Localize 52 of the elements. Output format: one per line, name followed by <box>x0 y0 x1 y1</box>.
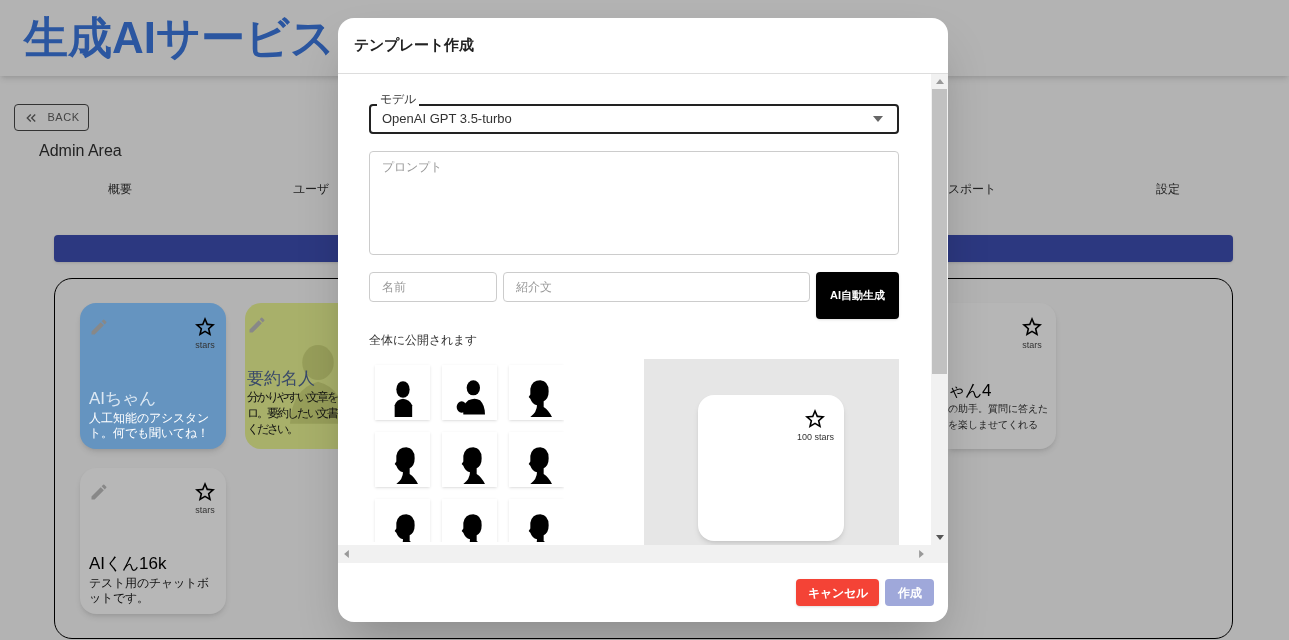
name-field[interactable]: 名前 <box>369 272 497 302</box>
field-label: モデル <box>377 92 419 107</box>
scrollbar-thumb[interactable] <box>932 89 947 374</box>
dialog-title: テンプレート作成 <box>354 35 474 56</box>
bot-card[interactable]: stars ゃん4 の助手。質問に答えた を楽しませてくれる <box>948 303 1056 449</box>
avatar-option[interactable] <box>442 365 497 420</box>
dropdown-caret-icon[interactable] <box>873 116 883 122</box>
card-title: AIくん16k <box>89 552 168 574</box>
tab[interactable]: 概要 <box>108 182 132 196</box>
intro-field[interactable]: 紹介文 <box>503 272 810 302</box>
prompt-field[interactable]: プロンプト <box>369 151 899 255</box>
card-description: テスト用のチャットボットです。 <box>89 576 210 606</box>
card-description: ロ。要約したい文書 <box>247 405 338 421</box>
avatar-option[interactable] <box>509 365 564 420</box>
app-title: 生成AIサービス <box>24 12 335 64</box>
bot-card[interactable]: stars AIくん16k テスト用のチャットボットです。 <box>80 468 226 614</box>
ai-generate-button[interactable]: AI自動生成 <box>816 272 899 319</box>
card-title: ゃん4 <box>948 379 993 401</box>
visibility-note: 全体に公開されます <box>369 332 478 349</box>
section-title: Admin Area <box>39 142 122 159</box>
card-description: 人工知能のアシスタント。何でも聞いてね！ <box>89 411 210 441</box>
bot-card[interactable]: 要約名人 分かりやすい文章を ロ。要約したい文書 ください。 <box>245 303 338 449</box>
card-title: 要約名人 <box>247 367 316 389</box>
star-count: stars <box>195 504 215 517</box>
card-description: ください。 <box>247 421 298 437</box>
tab[interactable]: 設定 <box>1156 182 1180 196</box>
avatar-option[interactable] <box>375 432 430 487</box>
star-icon[interactable] <box>1020 315 1044 339</box>
avatar-option[interactable] <box>375 365 430 420</box>
card-title: AIちゃん <box>89 387 158 409</box>
avatar-option[interactable] <box>375 499 430 542</box>
bot-card[interactable]: stars AIちゃん 人工知能のアシスタント。何でも聞いてね！ <box>80 303 226 449</box>
cancel-button[interactable]: キャンセル <box>796 579 879 606</box>
select-value: OpenAI GPT 3.5-turbo <box>382 110 513 129</box>
card-description: を楽しませてくれる <box>948 418 1039 432</box>
avatar-option[interactable] <box>509 499 564 542</box>
back-button[interactable]: BACK <box>14 104 89 131</box>
star-count: 100 stars <box>796 431 834 444</box>
avatar-option[interactable] <box>509 432 564 487</box>
avatar-option[interactable] <box>442 499 497 542</box>
card-description: 分かりやすい文章を <box>247 389 338 405</box>
tab[interactable]: スポート <box>948 182 996 196</box>
star-count: stars <box>1022 339 1042 352</box>
star-icon[interactable] <box>193 315 217 339</box>
star-icon[interactable] <box>193 480 217 504</box>
star-icon[interactable] <box>803 407 828 431</box>
model-select[interactable]: OpenAI GPT 3.5-turbo <box>369 104 899 134</box>
star-count: stars <box>195 339 215 352</box>
scroll-down-icon[interactable] <box>935 535 944 540</box>
tab[interactable]: ユーザ <box>293 182 329 196</box>
avatar-option[interactable] <box>442 432 497 487</box>
vertical-scrollbar[interactable] <box>931 74 948 545</box>
